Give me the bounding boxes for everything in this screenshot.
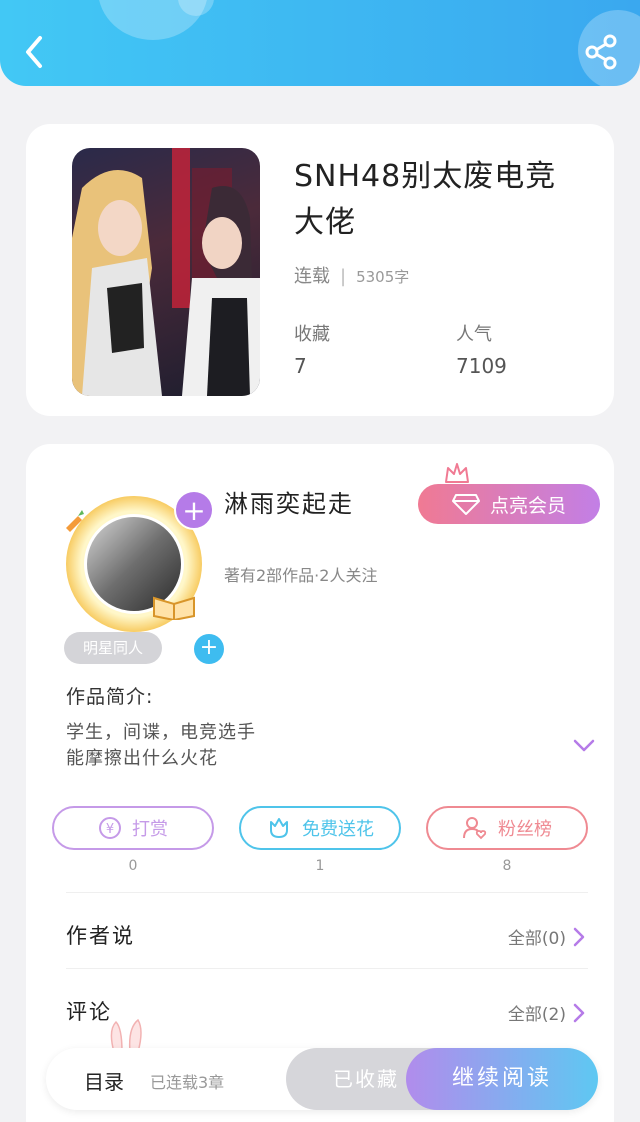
book-cover-image[interactable] bbox=[72, 148, 260, 396]
bottom-action-bar: 目录 已连载3章 已收藏 继续阅读 bbox=[46, 1048, 598, 1110]
comments-count: 全部(2) bbox=[507, 1005, 566, 1025]
divider bbox=[66, 968, 588, 969]
vip-button[interactable]: 点亮会员 bbox=[418, 484, 600, 524]
author-says-label: 作者说 bbox=[66, 924, 135, 948]
chevron-right-icon bbox=[573, 927, 585, 946]
author-says-count: 全部(0) bbox=[507, 929, 566, 949]
carrot-decor-icon bbox=[66, 510, 84, 532]
bunny-ears-decor-icon bbox=[110, 1018, 142, 1052]
plus-icon: + bbox=[199, 635, 219, 660]
popularity-value: 7109 bbox=[456, 354, 507, 378]
add-avatar-badge[interactable]: + bbox=[174, 490, 214, 530]
comments-all-link[interactable]: 全部(2) bbox=[508, 1000, 586, 1025]
intro-label: 作品简介: bbox=[66, 686, 154, 708]
cover-art bbox=[72, 148, 260, 396]
share-icon bbox=[585, 34, 617, 70]
reward-label: 打赏 bbox=[132, 819, 168, 840]
intro-text: 学生，间谍，电竞选手 能摩擦出什么火花 bbox=[66, 720, 256, 772]
favorites-label: 收藏 bbox=[294, 324, 330, 345]
chevron-down-icon[interactable] bbox=[572, 736, 596, 756]
author-name[interactable]: 淋雨奕起走 bbox=[224, 484, 354, 519]
flower-label: 免费送花 bbox=[302, 819, 374, 840]
top-header bbox=[0, 0, 640, 86]
svg-text:¥: ¥ bbox=[106, 822, 114, 837]
fans-label: 粉丝榜 bbox=[498, 819, 552, 840]
chevron-left-icon bbox=[26, 36, 42, 68]
author-avatar-frame[interactable]: + bbox=[60, 490, 214, 638]
author-meta: 著有2部作品·2人关注 bbox=[224, 566, 378, 585]
back-button[interactable] bbox=[20, 34, 50, 70]
vip-label: 点亮会员 bbox=[489, 494, 566, 517]
author-detail-card: + 淋雨奕起走 点亮会员 著有2部作品·2人关注 明星同人 + 作品简介: 学生… bbox=[26, 444, 614, 1122]
book-status: 连载 | 5305字 bbox=[294, 262, 409, 288]
intro-line: 学生，间谍，电竞选手 bbox=[66, 722, 256, 743]
reward-button[interactable]: ¥ 打赏 bbox=[52, 806, 214, 850]
send-flower-button[interactable]: 免费送花 bbox=[239, 806, 401, 850]
book-decor-icon bbox=[153, 596, 195, 620]
book-title: SNH48别太废电竞大佬 bbox=[294, 159, 557, 240]
category-tag[interactable]: 明星同人 bbox=[64, 632, 162, 664]
continue-reading-button[interactable]: 继续阅读 bbox=[406, 1048, 598, 1110]
table-of-contents-button[interactable]: 目录 bbox=[84, 1066, 124, 1095]
word-count: 5305字 bbox=[356, 268, 410, 286]
flower-count: 1 bbox=[315, 858, 325, 874]
intro-line: 能摩擦出什么火花 bbox=[66, 748, 218, 769]
reward-count: 0 bbox=[128, 858, 138, 874]
popularity-label: 人气 bbox=[456, 324, 492, 345]
serial-status: 连载 bbox=[294, 266, 330, 287]
author-says-all-link[interactable]: 全部(0) bbox=[508, 924, 586, 949]
chapter-progress: 已连载3章 bbox=[150, 1073, 225, 1092]
fans-count: 8 bbox=[502, 858, 512, 874]
favorites-value: 7 bbox=[294, 354, 307, 378]
share-button[interactable] bbox=[584, 34, 618, 70]
diamond-icon bbox=[451, 494, 480, 515]
add-tag-button[interactable]: + bbox=[194, 634, 224, 664]
flower-icon bbox=[270, 818, 288, 838]
fan-ranking-button[interactable]: 粉丝榜 bbox=[426, 806, 588, 850]
user-heart-icon bbox=[463, 817, 487, 840]
yen-coin-icon: ¥ bbox=[99, 817, 121, 839]
book-info-card: SNH48别太废电竞大佬 连载 | 5305字 收藏 人气 7 7109 bbox=[26, 124, 614, 416]
crown-icon bbox=[445, 463, 469, 483]
divider bbox=[66, 892, 588, 893]
separator: | bbox=[340, 266, 347, 287]
chevron-right-icon bbox=[573, 1003, 585, 1022]
